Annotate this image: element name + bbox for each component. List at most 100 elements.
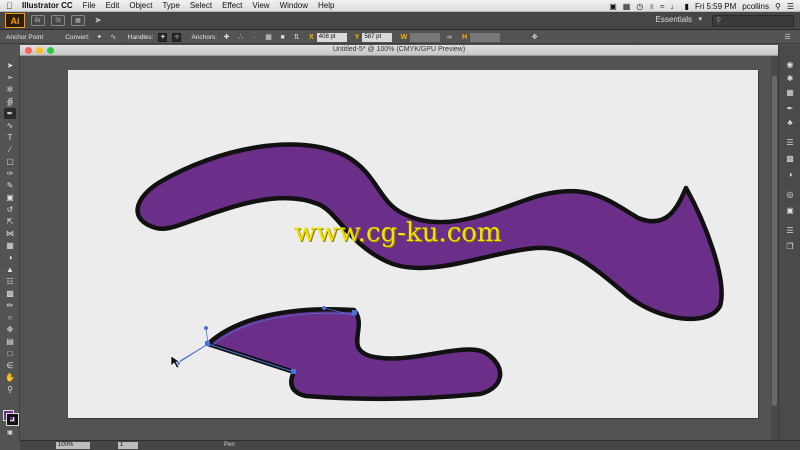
perspective-grid-tool-icon[interactable]: ▲: [4, 264, 16, 275]
menu-select[interactable]: Select: [190, 1, 212, 10]
align-icon[interactable]: ▦: [264, 33, 273, 42]
anchor-point[interactable]: [352, 310, 357, 315]
convert-to-corner-icon[interactable]: ✦: [95, 33, 104, 42]
line-tool-icon[interactable]: ∕: [4, 144, 16, 155]
lasso-tool-icon[interactable]: ∯: [4, 96, 16, 107]
menu-window[interactable]: Window: [280, 1, 308, 10]
wifi-icon[interactable]: ≈: [660, 2, 664, 11]
hide-handles-icon[interactable]: ✧: [172, 32, 182, 42]
symbols-panel-icon[interactable]: ♣: [784, 117, 796, 128]
color-panel-icon[interactable]: ◉: [784, 59, 796, 70]
artboards-panel-icon[interactable]: ❐: [784, 241, 796, 252]
convert-to-smooth-icon[interactable]: ∿: [109, 33, 118, 42]
rotate-tool-icon[interactable]: ↺: [4, 204, 16, 215]
connect-anchors-icon[interactable]: ∴: [236, 33, 245, 42]
appearance-panel-icon[interactable]: ◎: [784, 189, 796, 200]
transparency-panel-icon[interactable]: ◑: [784, 169, 796, 180]
layers-panel-icon[interactable]: ☰: [784, 225, 796, 236]
menu-type[interactable]: Type: [162, 1, 179, 10]
symbol-sprayer-tool-icon[interactable]: ❉: [4, 324, 16, 335]
gpu-performance-icon[interactable]: ➤: [91, 15, 105, 26]
width-field[interactable]: [410, 32, 441, 42]
menu-help[interactable]: Help: [318, 1, 334, 10]
menu-view[interactable]: View: [252, 1, 269, 10]
stock-button[interactable]: St: [51, 15, 65, 26]
scrollbar-thumb[interactable]: [772, 76, 777, 406]
width-tool-icon[interactable]: ⋈: [4, 228, 16, 239]
menu-object[interactable]: Object: [129, 1, 152, 10]
cut-path-icon[interactable]: ∙: [250, 33, 259, 42]
paintbrush-tool-icon[interactable]: ✑: [4, 168, 16, 179]
gradient-tool-icon[interactable]: ▩: [4, 288, 16, 299]
eraser-tool-icon[interactable]: ▣: [4, 192, 16, 203]
vertical-scrollbar[interactable]: [771, 56, 778, 440]
time-machine-icon[interactable]: ◷: [636, 2, 643, 11]
artboard-tool-icon[interactable]: □: [4, 348, 16, 359]
free-transform-tool-icon[interactable]: ▦: [4, 240, 16, 251]
x-coordinate-field[interactable]: 408 pt: [316, 32, 347, 42]
canvas[interactable]: www.cg-ku.com: [20, 56, 778, 440]
chevron-down-icon[interactable]: ▾: [698, 15, 702, 23]
swatches-panel-icon[interactable]: ▦: [784, 87, 796, 98]
y-coordinate-field[interactable]: 587 pt: [362, 32, 393, 42]
arrange-documents-button[interactable]: ▦: [71, 15, 85, 26]
search-field[interactable]: ⚲: [712, 15, 794, 27]
pen-tool-icon[interactable]: ✒: [4, 108, 16, 119]
artboard-number-field[interactable]: 1: [118, 442, 138, 449]
magic-wand-tool-icon[interactable]: ✲: [4, 84, 16, 95]
transform-panel-icon[interactable]: ✥: [530, 33, 539, 42]
remove-anchor-icon[interactable]: ✚: [222, 33, 231, 42]
apple-icon[interactable]: : [6, 1, 16, 11]
height-field[interactable]: [470, 32, 501, 42]
brushes-panel-icon[interactable]: ✒: [784, 103, 796, 114]
eyedropper-tool-icon[interactable]: ✏: [4, 300, 16, 311]
box-icon[interactable]: ▦: [623, 2, 631, 11]
bluetooth-icon[interactable]: ᛟ: [649, 2, 654, 11]
mesh-tool-icon[interactable]: ☷: [4, 276, 16, 287]
menu-file[interactable]: File: [83, 1, 96, 10]
volume-icon[interactable]: ♩: [671, 2, 679, 11]
artboard[interactable]: www.cg-ku.com: [68, 70, 758, 418]
zoom-level-field[interactable]: 100%: [56, 442, 90, 449]
zoom-tool-icon[interactable]: ⚲: [4, 384, 16, 395]
pencil-tool-icon[interactable]: ✎: [4, 180, 16, 191]
spotlight-icon[interactable]: ⚲: [775, 2, 781, 11]
curvature-tool-icon[interactable]: ∿: [4, 120, 16, 131]
direction-handle[interactable]: [322, 306, 326, 310]
anchor-point[interactable]: [205, 341, 210, 346]
blend-tool-icon[interactable]: ○: [4, 312, 16, 323]
type-tool-icon[interactable]: T: [4, 132, 16, 143]
menu-edit[interactable]: Edit: [106, 1, 120, 10]
bridge-button[interactable]: Br: [31, 15, 45, 26]
selection-tool-icon[interactable]: ➤: [4, 60, 16, 71]
column-graph-tool-icon[interactable]: ▤: [4, 336, 16, 347]
stroke-panel-icon[interactable]: ☰: [784, 137, 796, 148]
stroke-color-swatch[interactable]: [6, 413, 19, 426]
workspace-switcher[interactable]: Essentials: [656, 15, 692, 24]
menu-effect[interactable]: Effect: [222, 1, 242, 10]
panel-menu-icon[interactable]: ☰: [783, 33, 792, 42]
app-menu[interactable]: Illustrator CC: [22, 1, 73, 10]
clock[interactable]: Fri 5:59 PM: [695, 2, 736, 11]
direction-handle[interactable]: [204, 326, 208, 330]
battery-icon[interactable]: ▮: [685, 2, 689, 11]
color-guide-panel-icon[interactable]: ✱: [784, 73, 796, 84]
direct-selection-tool-icon[interactable]: ➣: [4, 72, 16, 83]
hand-tool-icon[interactable]: ✋: [4, 372, 16, 383]
transform-icon[interactable]: ⇅: [292, 33, 301, 42]
graphic-styles-panel-icon[interactable]: ▣: [784, 205, 796, 216]
drawing-modes-icon[interactable]: ▣: [4, 428, 16, 439]
user-menu[interactable]: pcollins: [742, 2, 769, 11]
scale-tool-icon[interactable]: ⇱: [4, 216, 16, 227]
camera-icon[interactable]: ▣: [609, 2, 617, 11]
link-proportions-icon[interactable]: ∞: [445, 33, 454, 42]
small-wave-shape[interactable]: [205, 307, 503, 402]
notifications-icon[interactable]: ☰: [787, 2, 794, 11]
gradient-panel-icon[interactable]: ▩: [784, 153, 796, 164]
show-handles-icon[interactable]: ✦: [158, 32, 168, 42]
isolate-icon[interactable]: ■: [278, 33, 287, 42]
rectangle-tool-icon[interactable]: ▢: [4, 156, 16, 167]
slice-tool-icon[interactable]: ∈: [4, 360, 16, 371]
anchor-point[interactable]: [291, 369, 296, 374]
shape-builder-tool-icon[interactable]: ◑: [4, 252, 16, 263]
